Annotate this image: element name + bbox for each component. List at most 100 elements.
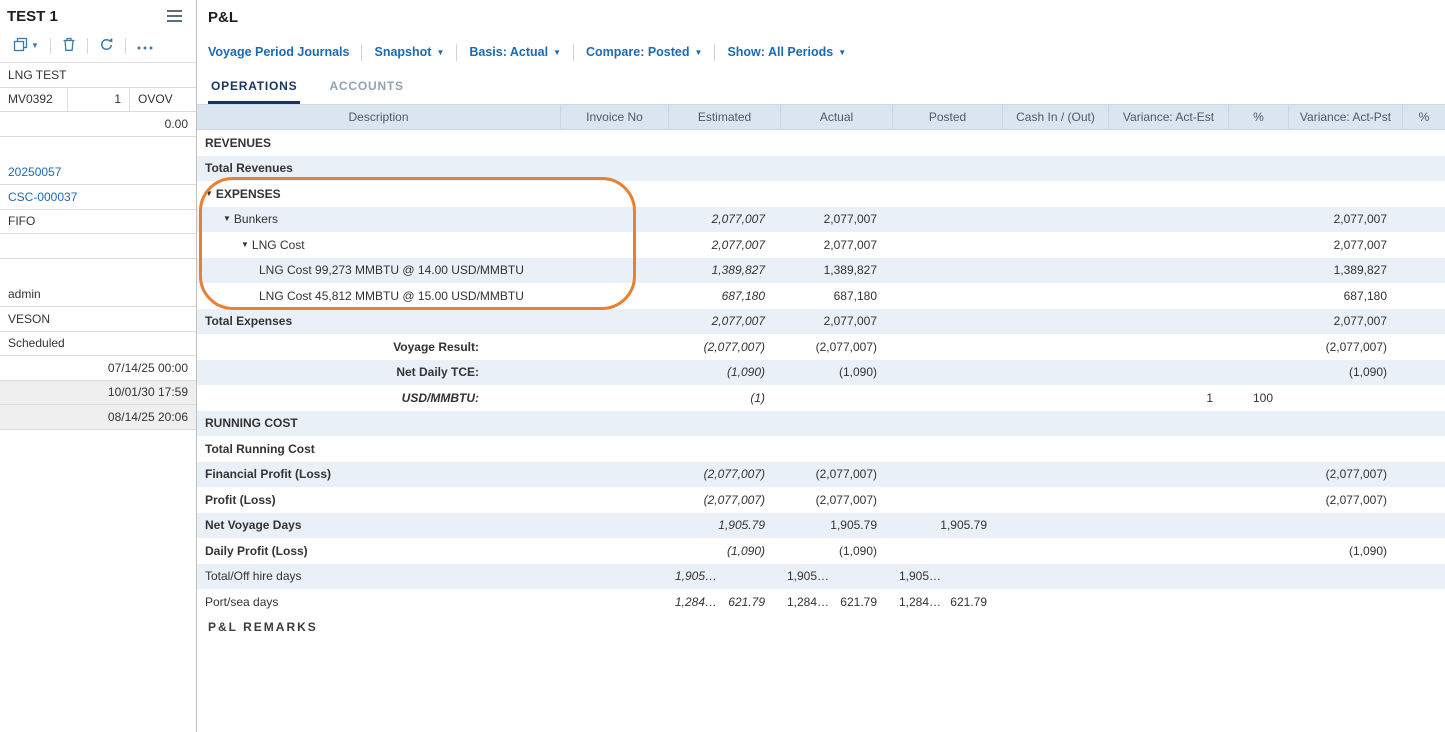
refresh-button[interactable] bbox=[96, 35, 117, 57]
sidebar-field[interactable]: VESON bbox=[0, 307, 196, 332]
sidebar-field[interactable]: 1 bbox=[68, 88, 130, 112]
pl-row-total-off-hire-days[interactable]: Total/Off hire days1,905…1,905…1,905… bbox=[197, 564, 1445, 590]
toolbar-compare-posted[interactable]: Compare: Posted▼ bbox=[586, 45, 702, 59]
row-description: Daily Profit (Loss) bbox=[197, 538, 561, 564]
delete-button[interactable] bbox=[59, 35, 79, 57]
pl-row-revenues[interactable]: REVENUES bbox=[197, 130, 1445, 156]
cell-estimated-value: 1,284… bbox=[675, 595, 717, 609]
tab-accounts[interactable]: ACCOUNTS bbox=[326, 71, 406, 104]
sidebar-field[interactable]: 07/14/25 00:00 bbox=[0, 356, 196, 381]
column-header-pct-9[interactable]: % bbox=[1403, 105, 1445, 129]
pl-row-total-revenues[interactable]: Total Revenues bbox=[197, 156, 1445, 182]
pl-row-total-running-cost[interactable]: Total Running Cost bbox=[197, 436, 1445, 462]
copy-dropdown-button[interactable]: ▼ bbox=[10, 35, 42, 57]
cell-value: (2,077,007) bbox=[1326, 467, 1387, 481]
chevron-down-icon: ▼ bbox=[695, 49, 703, 57]
cell-pct-act-est bbox=[1229, 411, 1289, 437]
more-button[interactable] bbox=[134, 37, 156, 55]
sidebar-field-value: 10/01/30 17:59 bbox=[108, 385, 188, 399]
cell-variance-act-est bbox=[1109, 360, 1229, 386]
toolbar-voyage-period-journals[interactable]: Voyage Period Journals bbox=[208, 45, 349, 59]
pl-row-profit-loss[interactable]: Profit (Loss)(2,077,007)(2,077,007)(2,07… bbox=[197, 487, 1445, 513]
cell-variance-act-pst: (1,090) bbox=[1289, 360, 1403, 386]
cell-variance-act-est bbox=[1109, 309, 1229, 335]
toolbar-snapshot[interactable]: Snapshot▼ bbox=[374, 45, 444, 59]
column-header-variance-act-est[interactable]: Variance: Act-Est bbox=[1109, 105, 1229, 129]
row-description-text: Voyage Result: bbox=[393, 340, 479, 354]
pl-row-expenses[interactable]: ▼EXPENSES bbox=[197, 181, 1445, 207]
row-description-text: LNG Cost 45,812 MMBTU @ 15.00 USD/MMBTU bbox=[259, 289, 524, 303]
collapse-caret-icon[interactable]: ▼ bbox=[205, 190, 213, 198]
toolbar-show-all-periods[interactable]: Show: All Periods▼ bbox=[727, 45, 846, 59]
cell-pct-act-pst bbox=[1403, 360, 1445, 386]
pl-row-lng-cost-99-273-mmbtu-14-00-usd-mmbtu[interactable]: LNG Cost 99,273 MMBTU @ 14.00 USD/MMBTU1… bbox=[197, 258, 1445, 284]
cell-posted bbox=[893, 411, 1003, 437]
cell-cash-in-out bbox=[1003, 360, 1109, 386]
pl-row-lng-cost[interactable]: ▼LNG Cost2,077,0072,077,0072,077,007 bbox=[197, 232, 1445, 258]
cell-actual bbox=[781, 181, 893, 207]
row-description: Total Expenses bbox=[197, 309, 561, 335]
pl-row-total-expenses[interactable]: Total Expenses2,077,0072,077,0072,077,00… bbox=[197, 309, 1445, 335]
pl-row-net-daily-tce[interactable]: Net Daily TCE:(1,090)(1,090)(1,090) bbox=[197, 360, 1445, 386]
row-description: Port/sea days bbox=[197, 589, 561, 615]
sidebar-toolbar: ▼ bbox=[0, 30, 196, 62]
column-header-invoice-no[interactable]: Invoice No bbox=[561, 105, 669, 129]
collapse-caret-icon[interactable]: ▼ bbox=[241, 241, 249, 249]
column-header-variance-act-pst[interactable]: Variance: Act-Pst bbox=[1289, 105, 1403, 129]
cell-estimated: 1,905… bbox=[669, 564, 781, 590]
toolbar-basis-actual[interactable]: Basis: Actual▼ bbox=[469, 45, 561, 59]
remarks-textarea[interactable] bbox=[197, 640, 1445, 732]
pl-row-bunkers[interactable]: ▼Bunkers2,077,0072,077,0072,077,007 bbox=[197, 207, 1445, 233]
pl-row-voyage-result[interactable]: Voyage Result:(2,077,007)(2,077,007)(2,0… bbox=[197, 334, 1445, 360]
cell-value: 100 bbox=[1253, 391, 1273, 405]
cell-value: 2,077,007 bbox=[824, 212, 877, 226]
cell-pct-act-pst bbox=[1403, 181, 1445, 207]
pl-row-port-sea-days[interactable]: Port/sea days1,284…621.791,284…621.791,2… bbox=[197, 589, 1445, 615]
row-description-text: USD/MMBTU: bbox=[402, 391, 479, 405]
sidebar-field-value: admin bbox=[8, 287, 41, 301]
column-header-posted[interactable]: Posted bbox=[893, 105, 1003, 129]
sidebar-field[interactable]: FIFO bbox=[0, 210, 196, 235]
sidebar-field[interactable]: 10/01/30 17:59 bbox=[0, 381, 196, 406]
cell-invoice-no bbox=[561, 258, 669, 284]
column-header-actual[interactable]: Actual bbox=[781, 105, 893, 129]
sidebar-field[interactable]: CSC-000037 bbox=[0, 185, 196, 210]
cell-cash-in-out bbox=[1003, 538, 1109, 564]
pl-row-financial-profit-loss[interactable]: Financial Profit (Loss)(2,077,007)(2,077… bbox=[197, 462, 1445, 488]
sidebar-field[interactable]: 0.00 bbox=[0, 112, 196, 137]
pl-row-usd-mmbtu[interactable]: USD/MMBTU:(1)1100 bbox=[197, 385, 1445, 411]
cell-invoice-no bbox=[561, 130, 669, 156]
column-header-pct-7[interactable]: % bbox=[1229, 105, 1289, 129]
column-header-cash-in-out[interactable]: Cash In / (Out) bbox=[1003, 105, 1109, 129]
chevron-down-icon: ▼ bbox=[31, 42, 39, 50]
sidebar-link[interactable]: 20250057 bbox=[8, 165, 61, 179]
pl-row-lng-cost-45-812-mmbtu-15-00-usd-mmbtu[interactable]: LNG Cost 45,812 MMBTU @ 15.00 USD/MMBTU 6… bbox=[197, 283, 1445, 309]
sidebar-field[interactable]: Scheduled bbox=[0, 332, 196, 357]
cell-value: 687,180 bbox=[1344, 289, 1387, 303]
sidebar-link[interactable]: CSC-000037 bbox=[8, 190, 77, 204]
cell-invoice-no bbox=[561, 436, 669, 462]
collapse-caret-icon[interactable]: ▼ bbox=[223, 215, 231, 223]
sidebar-field[interactable]: LNG TEST bbox=[0, 63, 196, 88]
tab-operations[interactable]: OPERATIONS bbox=[208, 71, 300, 104]
sidebar-field[interactable]: 08/14/25 20:06 bbox=[0, 405, 196, 430]
cell-value: 2,077,007 bbox=[824, 238, 877, 252]
column-header-estimated[interactable]: Estimated bbox=[669, 105, 781, 129]
pl-row-daily-profit-loss[interactable]: Daily Profit (Loss)(1,090)(1,090)(1,090) bbox=[197, 538, 1445, 564]
sidebar-field[interactable]: 20250057 bbox=[0, 161, 196, 186]
menu-icon[interactable] bbox=[167, 7, 182, 25]
toolbar-separator bbox=[125, 38, 126, 54]
sidebar-field[interactable]: MV0392 bbox=[0, 88, 68, 112]
sidebar-field[interactable] bbox=[0, 234, 196, 259]
pl-row-net-voyage-days[interactable]: Net Voyage Days1,905.791,905.791,905.79 bbox=[197, 513, 1445, 539]
sidebar-spacer bbox=[0, 259, 196, 283]
cell-variance-act-est bbox=[1109, 513, 1229, 539]
cell-estimated: 1,389,827 bbox=[669, 258, 781, 284]
sidebar-field[interactable]: OVOV bbox=[130, 88, 196, 112]
pl-row-running-cost[interactable]: RUNNING COST bbox=[197, 411, 1445, 437]
column-header-description[interactable]: Description bbox=[197, 105, 561, 129]
sidebar-field[interactable]: admin bbox=[0, 283, 196, 308]
cell-value: (2,077,007) bbox=[1326, 340, 1387, 354]
cell-pct-act-est bbox=[1229, 156, 1289, 182]
chevron-down-icon: ▼ bbox=[436, 49, 444, 57]
